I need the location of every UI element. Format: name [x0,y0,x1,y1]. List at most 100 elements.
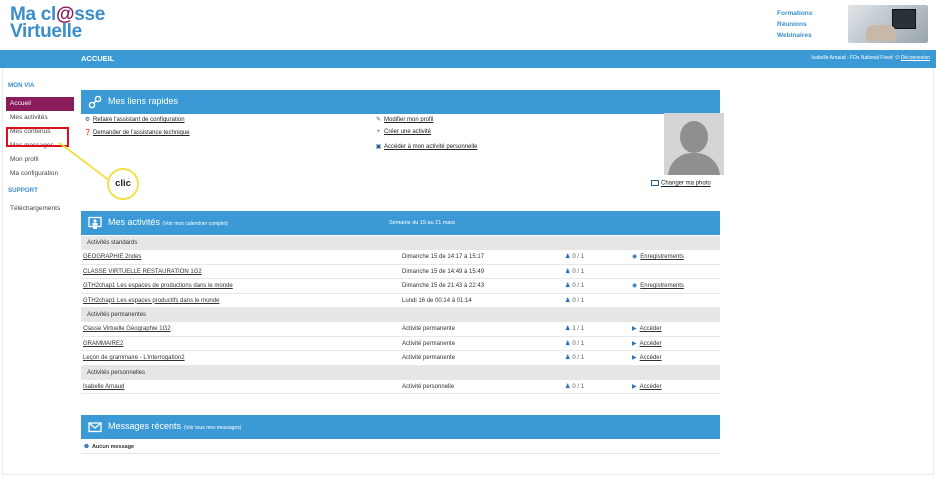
page-title: ACCUEIL [81,54,115,63]
participants: ♟ 0 / 1 [565,279,584,294]
play-icon: ▶ [632,326,637,332]
participants-count: 0 / 1 [572,340,585,347]
image-icon [651,180,659,186]
logout-icon[interactable]: ⏻ [895,55,899,61]
link-label: Modifier mon profil [384,117,434,123]
link-label: Demander de l'assistance technique [93,130,190,136]
logout-link[interactable]: Déconnexion [901,55,930,61]
recording-icon: ◉ [632,254,638,260]
full-calendar-link[interactable]: (Voir mon calendrier complet) [163,221,228,227]
group-permanentes: Activités permanentes [81,308,720,322]
group-personnelles: Activités personnelles [81,365,720,380]
table-row: Classe Virtuelle Géographie 1G2 Activité… [81,322,720,337]
activity-name-link[interactable]: Isabelle Arnaud [83,380,124,395]
users-icon: ♟ [565,254,571,260]
access-link[interactable]: ▶ Accéder [632,380,662,395]
table-row: Leçon de grammaire - L'interrogation2 Ac… [81,351,720,366]
play-icon: ▶ [632,383,637,390]
participants-count: 0 / 1 [572,355,585,361]
promo-reunions: Réunions [777,21,807,28]
messages-list: ❶ Aucun message [81,440,720,454]
table-row: GRAMMAIRE2 Activité permanente ♟ 0 / 1 ▶ A… [81,337,720,352]
messages-header: Messages récents (Voir tous mes messages… [81,415,720,439]
activity-date: Dimanche 15 de 21:43 à 22:43 [402,283,485,289]
participants-count: 0 / 1 [572,254,585,260]
action-label: Accéder [639,326,662,332]
site-header: Ma cl@sse Virtuelle Formations Réunions … [0,0,936,48]
access-link[interactable]: ▶ Accéder [632,337,662,352]
avatar [664,113,724,175]
no-message-text: Aucun message [91,444,135,450]
users-icon: ♟ [565,268,571,275]
sidebar-item-accueil[interactable]: Accueil [6,97,74,111]
logo-line2: Virtuelle [10,21,82,42]
sidebar: MON VIA Accueil Mes activités Mes conten… [6,82,74,216]
activity-date: Activité permanente [402,326,456,332]
link-configuration-assistant[interactable]: ⚙ Refaire l'assistant de configuration [84,116,185,123]
participants: ♟ 0 / 1 [565,250,584,265]
link-label: Accéder à mon activité personnelle [384,144,478,150]
users-icon: ♟ [565,383,571,390]
participants: ♟ 0 / 1 [565,337,584,352]
promo-webinaires: Webinaires [777,32,812,39]
table-row: GTH2chap1 Les espaces productifs dans le… [81,294,720,309]
change-photo-link[interactable]: Changer ma photo [651,180,711,187]
activity-date: Activité permanente [402,340,456,347]
activity-name-link[interactable]: CLASSE VIRTUELLE RESTAURATION 1G2 [83,265,202,280]
action-label: Enregistrements [640,283,684,289]
table-row: CLASSE VIRTUELLE RESTAURATION 1G2 Dimanc… [81,265,720,280]
users-icon: ♟ [565,355,571,361]
info-icon: ❶ [84,444,89,450]
activity-name-link[interactable]: GEOGRAPHIE 2ndes [83,250,141,265]
week-label: Semaine du 15 au 21 mars [389,220,456,226]
recordings-link[interactable]: ◉ Enregistrements [632,279,684,294]
click-callout: clic [107,168,139,200]
quick-links-title: Mes liens rapides [108,96,179,106]
play-icon: ▶ [632,340,637,347]
sidebar-item-mes-activites[interactable]: Mes activités [8,111,72,125]
participants: ♟ 0 / 1 [565,265,584,280]
sidebar-item-ma-configuration[interactable]: Ma configuration [8,167,72,181]
quick-links-header: Mes liens rapides [81,90,720,114]
promo-text: Formations Réunions Webinaires [777,8,812,41]
table-row: Isabelle Arnaud Activité personnelle ♟ 0 … [81,380,720,395]
access-link[interactable]: ▶ Accéder [632,322,662,337]
messages-title: Messages récents (Voir tous mes messages… [108,421,241,431]
pencil-icon: ✎ [375,117,382,123]
action-label: Accéder [639,355,662,361]
monitor-icon: ▣ [375,144,382,150]
activity-name-link[interactable]: GTH2chap1 Les espaces productifs dans le… [83,294,219,309]
link-label: Créer une activité [384,129,432,135]
activity-name-link[interactable]: GRAMMAIRE2 [83,337,123,352]
users-icon: ♟ [565,283,571,289]
link-technical-assistance[interactable]: ❓ Demander de l'assistance technique [84,129,190,136]
ma-classe-virtuelle-logo[interactable]: Ma cl@sse Virtuelle [10,5,105,42]
play-icon: ▶ [632,355,637,361]
change-photo-label: Changer ma photo [661,180,711,187]
all-messages-link[interactable]: (Voir tous mes messages) [184,425,242,431]
activity-date: Activité permanente [402,355,456,361]
link-create-activity[interactable]: + Créer une activité [375,129,431,135]
plus-icon: + [376,129,381,135]
activity-date: Lundi 16 de 00:14 à 01:14 [402,297,472,304]
link-personal-activity[interactable]: ▣ Accéder à mon activité personnelle [375,143,478,150]
activities-table: Activités standards GEOGRAPHIE 2ndes Dim… [81,236,720,394]
group-standards: Activités standards [81,236,720,250]
sidebar-item-telechargements[interactable]: Téléchargements [8,202,72,216]
participants-count: 0 / 1 [572,283,585,289]
activity-name-link[interactable]: GTH2chap1 Les espaces de productions dan… [83,279,233,294]
sidebar-item-mon-profil[interactable]: Mon profil [8,153,72,167]
activity-date: Dimanche 15 de 14:17 à 15:17 [402,254,485,260]
link-edit-profile[interactable]: ✎ Modifier mon profil [375,116,433,123]
gear-icon: ⚙ [84,117,91,123]
activity-date: Activité personnelle [402,383,455,390]
activity-name-link[interactable]: Classe Virtuelle Géographie 1G2 [83,322,171,337]
activities-header: Mes activités (Voir mon calendrier compl… [81,211,720,235]
messages-title-text: Messages récents [108,421,182,431]
users-icon: ♟ [565,340,571,347]
recordings-link[interactable]: ◉ Enregistrements [632,250,684,265]
access-link[interactable]: ▶ Accéder [632,351,662,366]
activity-name-link[interactable]: Leçon de grammaire - L'interrogation2 [83,351,185,366]
table-row: GTH2chap1 Les espaces de productions dan… [81,279,720,294]
sidebar-section-mon-via: MON VIA [8,82,35,89]
